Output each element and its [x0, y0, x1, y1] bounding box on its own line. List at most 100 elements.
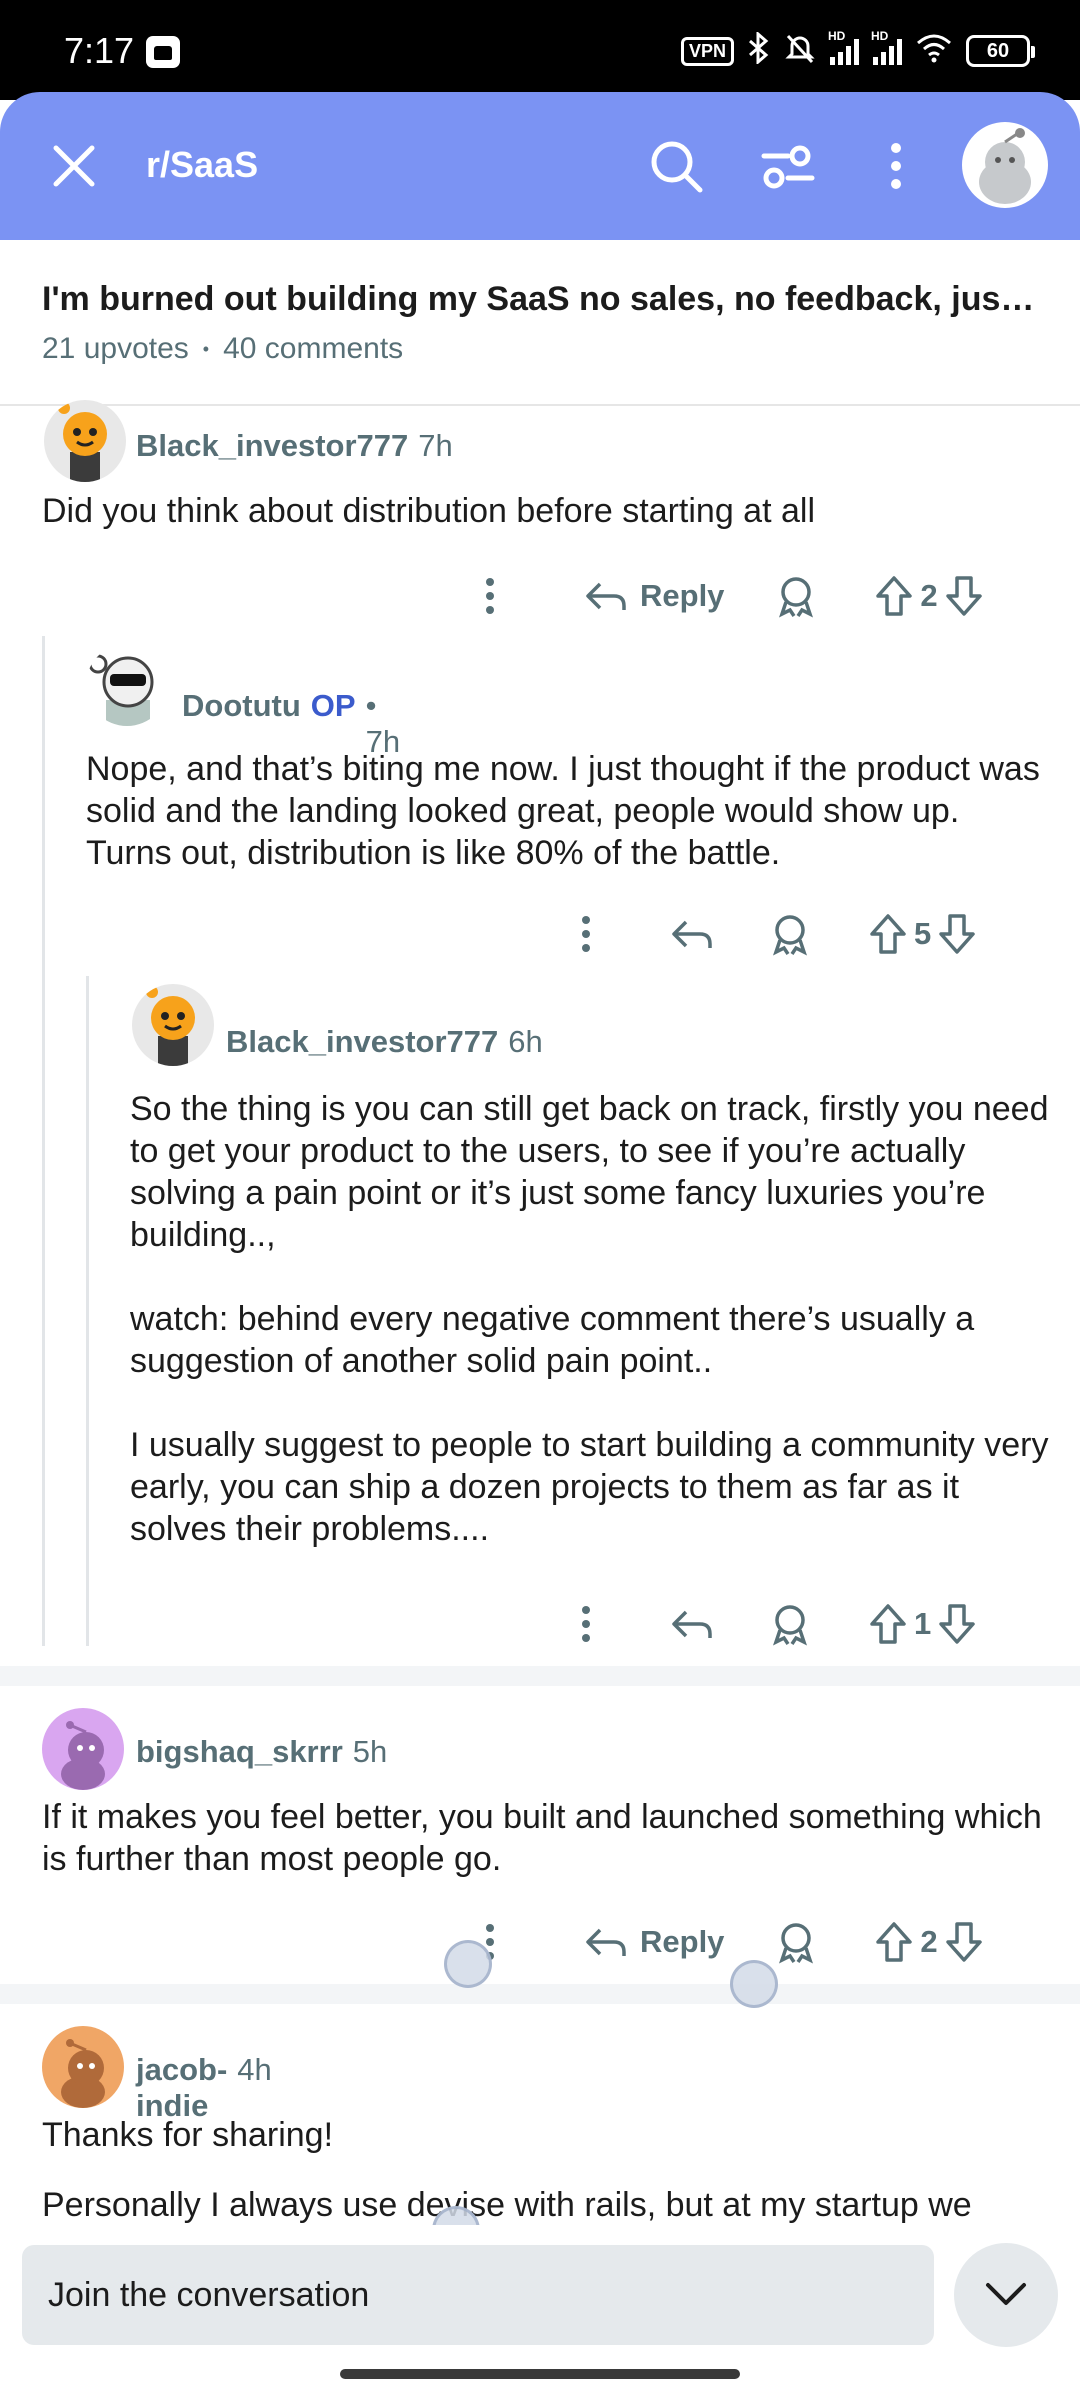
sort-filter-button[interactable]	[750, 128, 826, 204]
downvote-arrow-icon	[939, 1604, 975, 1644]
upvote-arrow-icon	[876, 576, 913, 616]
reply-button[interactable]: Reply	[584, 576, 724, 616]
subreddit-name[interactable]: r/SaaS	[146, 144, 258, 186]
more-options-button[interactable]	[858, 128, 934, 204]
snoo-avatar-icon	[58, 402, 107, 482]
more-button[interactable]	[556, 914, 616, 954]
thread-line[interactable]	[86, 976, 89, 1646]
comment-body: If it makes you feel better, you built a…	[42, 1798, 1042, 1878]
snoo-avatar-icon	[61, 2039, 105, 2108]
comment-time: 6h	[508, 1024, 543, 1059]
bluetooth-icon	[748, 30, 770, 70]
upvote-button[interactable]	[874, 1920, 914, 1964]
more-button[interactable]	[556, 1604, 616, 1644]
thread-line[interactable]	[42, 636, 45, 1646]
chevron-down-icon	[986, 2283, 1026, 2305]
award-button[interactable]	[768, 912, 812, 956]
downvote-arrow-icon	[939, 914, 975, 954]
comment-author-row: bigshaq_skrrr 5h	[136, 1734, 387, 1770]
avatar[interactable]	[42, 1708, 124, 1790]
upvote-count: 21 upvotes	[42, 332, 189, 365]
avatar[interactable]	[86, 644, 168, 726]
award-icon	[773, 915, 807, 956]
award-button[interactable]	[774, 1920, 818, 1964]
battery-icon: 60	[966, 35, 1035, 67]
reply-button[interactable]	[670, 914, 714, 954]
avatar[interactable]	[42, 2026, 124, 2108]
post-title[interactable]: I'm burned out building my SaaS no sales…	[42, 280, 1042, 319]
comment-body: Nope, and that’s biting me now. I just t…	[86, 750, 1040, 872]
comment-divider	[0, 1666, 1080, 1686]
op-badge: OP	[310, 688, 356, 723]
downvote-button[interactable]	[944, 574, 984, 618]
vote-count: 5	[914, 916, 932, 951]
upvote-arrow-icon	[870, 1604, 906, 1644]
comment-author[interactable]: Dootutu	[182, 688, 301, 724]
reply-arrow-icon	[586, 1928, 626, 1956]
downvote-arrow-icon	[945, 576, 982, 616]
upvote-arrow-icon	[876, 1922, 913, 1962]
snoo-avatar-icon	[61, 1721, 105, 1790]
comment-author[interactable]: Black_investor777	[136, 428, 408, 464]
award-icon	[779, 577, 814, 618]
top-app-bar: r/SaaS	[0, 92, 1080, 240]
vote-count: 1	[914, 1606, 932, 1641]
award-icon	[773, 1605, 807, 1646]
search-button[interactable]	[638, 128, 714, 204]
status-bar: 7:17 VPN HD HD 60	[0, 0, 1080, 100]
downvote-button[interactable]	[944, 1920, 984, 1964]
collapse-button[interactable]	[954, 2243, 1058, 2347]
touch-indicator	[730, 1960, 778, 2008]
touch-indicator	[444, 1940, 492, 1988]
reply-button[interactable]	[670, 1604, 714, 1644]
join-conversation-input[interactable]: Join the conversation	[22, 2245, 934, 2345]
sort-filter-icon	[761, 145, 815, 189]
comment-time: 4h	[237, 2052, 272, 2087]
more-vertical-icon	[486, 578, 494, 614]
comment-actions: 5	[556, 904, 977, 964]
avatar[interactable]	[132, 984, 214, 1066]
reply-arrow-icon	[672, 1610, 712, 1638]
upvote-button[interactable]	[868, 1602, 908, 1646]
more-vertical-icon	[582, 916, 590, 952]
astronaut-avatar-icon	[88, 654, 154, 726]
home-indicator[interactable]	[340, 2369, 740, 2379]
comment-author-row: Black_investor777 7h	[136, 428, 453, 464]
comment-body: Thanks for sharing! Personally I always …	[42, 2116, 972, 2224]
award-button[interactable]	[774, 574, 818, 618]
avatar[interactable]	[44, 400, 126, 482]
comment-author[interactable]: Black_investor777	[226, 1024, 498, 1060]
signal-icon: HD	[828, 29, 859, 65]
downvote-button[interactable]	[937, 912, 977, 956]
reply-arrow-icon	[672, 920, 712, 948]
comment-body: So the thing is you can still get back o…	[130, 1090, 1049, 1548]
vpn-badge: VPN	[680, 36, 734, 66]
mute-bell-icon	[784, 32, 816, 70]
vote-count: 2	[920, 578, 938, 613]
comment-author[interactable]: bigshaq_skrrr	[136, 1734, 343, 1770]
reply-button[interactable]: Reply	[584, 1922, 724, 1962]
comment-divider	[0, 1984, 1080, 2004]
award-button[interactable]	[768, 1602, 812, 1646]
downvote-arrow-icon	[945, 1922, 982, 1962]
upvote-button[interactable]	[868, 912, 908, 956]
meta-separator: •	[202, 338, 210, 359]
upvote-button[interactable]	[874, 574, 914, 618]
app-notification-icon	[146, 36, 180, 68]
post-meta: 21 upvotes • 40 comments	[42, 332, 403, 366]
more-button[interactable]	[460, 576, 520, 616]
comment-time: 5h	[352, 1734, 388, 1769]
comment-body: Did you think about distribution before …	[42, 492, 816, 530]
award-icon	[779, 1923, 814, 1964]
comment-actions: Reply 2	[460, 566, 984, 626]
post-header[interactable]: I'm burned out building my SaaS no sales…	[0, 240, 1080, 406]
comment-time: 7h	[418, 428, 453, 463]
comment-author-row: Black_investor777 6h	[226, 1024, 543, 1060]
comment-actions: 1	[556, 1594, 977, 1654]
user-avatar-button[interactable]	[962, 122, 1048, 208]
close-button[interactable]	[44, 136, 104, 196]
downvote-button[interactable]	[937, 1602, 977, 1646]
signal-icon-2: HD	[871, 29, 902, 65]
close-icon	[53, 145, 95, 187]
more-vertical-icon	[891, 143, 901, 189]
